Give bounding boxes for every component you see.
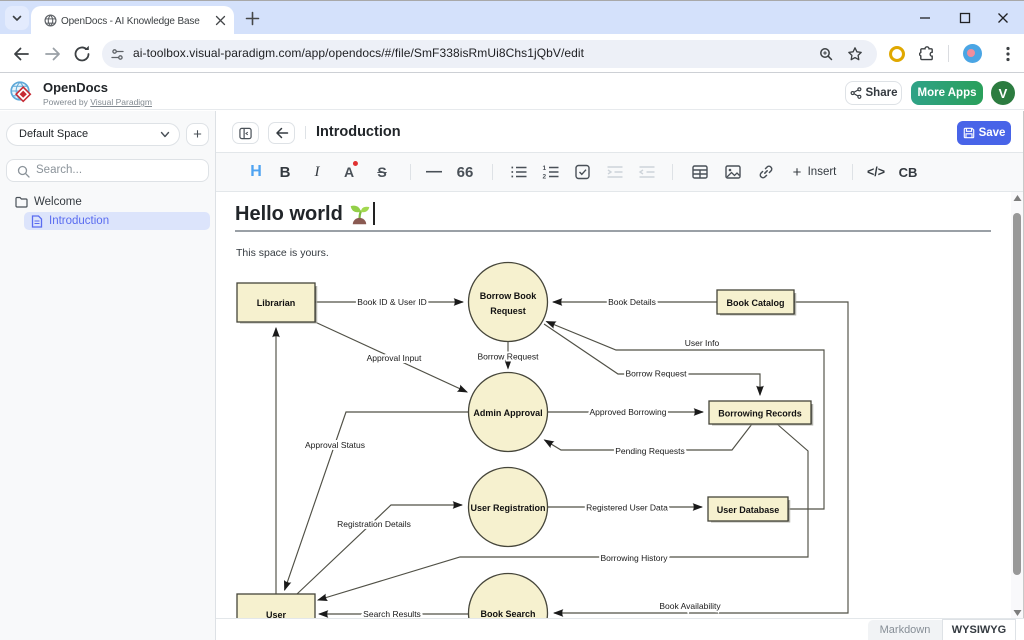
svg-text:Borrow Book: Borrow Book: [480, 291, 537, 301]
svg-text:Librarian: Librarian: [257, 298, 296, 308]
svg-text:User Registration: User Registration: [470, 503, 545, 513]
svg-text:Borrowing Records: Borrowing Records: [718, 409, 802, 419]
svg-text:Pending Requests: Pending Requests: [615, 446, 684, 456]
svg-text:Approval Status: Approval Status: [305, 440, 365, 450]
svg-text:Search Results: Search Results: [363, 609, 421, 618]
svg-text:2: 2: [543, 174, 547, 181]
svg-text:Borrowing History: Borrowing History: [600, 553, 668, 563]
svg-text:Book Catalog: Book Catalog: [726, 298, 784, 308]
svg-text:User Database: User Database: [717, 505, 780, 515]
svg-text:Admin Approval: Admin Approval: [473, 408, 542, 418]
svg-text:Book ID & User ID: Book ID & User ID: [357, 297, 426, 307]
svg-text:Request: Request: [490, 306, 526, 316]
svg-text:Borrow Request: Borrow Request: [478, 352, 540, 362]
svg-text:User: User: [266, 610, 287, 618]
svg-text:Book Search: Book Search: [480, 609, 535, 618]
svg-text:1: 1: [543, 165, 547, 172]
svg-text:Book Availability: Book Availability: [659, 601, 721, 611]
svg-text:Approval Input: Approval Input: [367, 353, 422, 363]
svg-text:User Info: User Info: [685, 338, 720, 348]
svg-text:Book Details: Book Details: [608, 297, 656, 307]
svg-text:Registration Details: Registration Details: [337, 519, 411, 529]
svg-text:Approved Borrowing: Approved Borrowing: [589, 407, 666, 417]
svg-text:Borrow Request: Borrow Request: [626, 369, 688, 379]
svg-text:Registered User Data: Registered User Data: [586, 503, 668, 513]
